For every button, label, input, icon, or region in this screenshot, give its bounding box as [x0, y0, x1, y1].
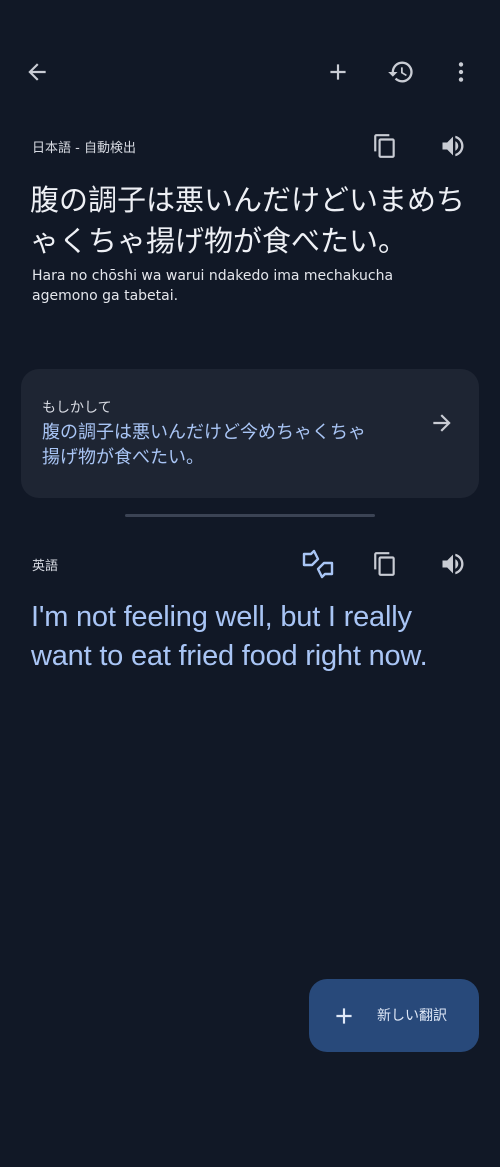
copy-icon[interactable] — [361, 540, 409, 588]
volume-icon[interactable] — [429, 540, 477, 588]
did-you-mean-text[interactable]: 腹の調子は悪いんだけど今めちゃくちゃ揚げ物が食べたい。 — [42, 420, 382, 470]
arrow-forward-icon[interactable] — [429, 410, 455, 440]
top-app-bar — [0, 40, 500, 104]
more-vert-icon[interactable] — [437, 48, 485, 96]
target-language-label[interactable]: 英語 — [32, 555, 58, 574]
plus-icon — [331, 1003, 357, 1033]
plus-icon[interactable] — [314, 48, 362, 96]
history-icon[interactable] — [377, 48, 425, 96]
new-translation-label: 新しい翻訳 — [377, 1008, 447, 1024]
new-translation-button[interactable]: 新しい翻訳 — [309, 979, 479, 1052]
did-you-mean-title: もしかして — [42, 400, 112, 416]
section-divider[interactable] — [125, 514, 375, 517]
copy-icon[interactable] — [361, 122, 409, 170]
did-you-mean-card[interactable]: もしかして 腹の調子は悪いんだけど今めちゃくちゃ揚げ物が食べたい。 — [21, 369, 479, 498]
source-language-label[interactable]: 日本語 - 自動検出 — [32, 137, 136, 156]
source-transliteration: Hara no chōshi wa warui ndakedo ima mech… — [32, 268, 394, 304]
source-text[interactable]: 腹の調子は悪いんだけどいまめちゃくちゃ揚げ物が食べたい。 — [30, 180, 475, 262]
translation-text[interactable]: I'm not feeling well, but I really want … — [31, 598, 471, 676]
arrow-back-icon[interactable] — [13, 48, 61, 96]
rate-translation-icon[interactable] — [294, 540, 342, 588]
volume-icon[interactable] — [429, 122, 477, 170]
